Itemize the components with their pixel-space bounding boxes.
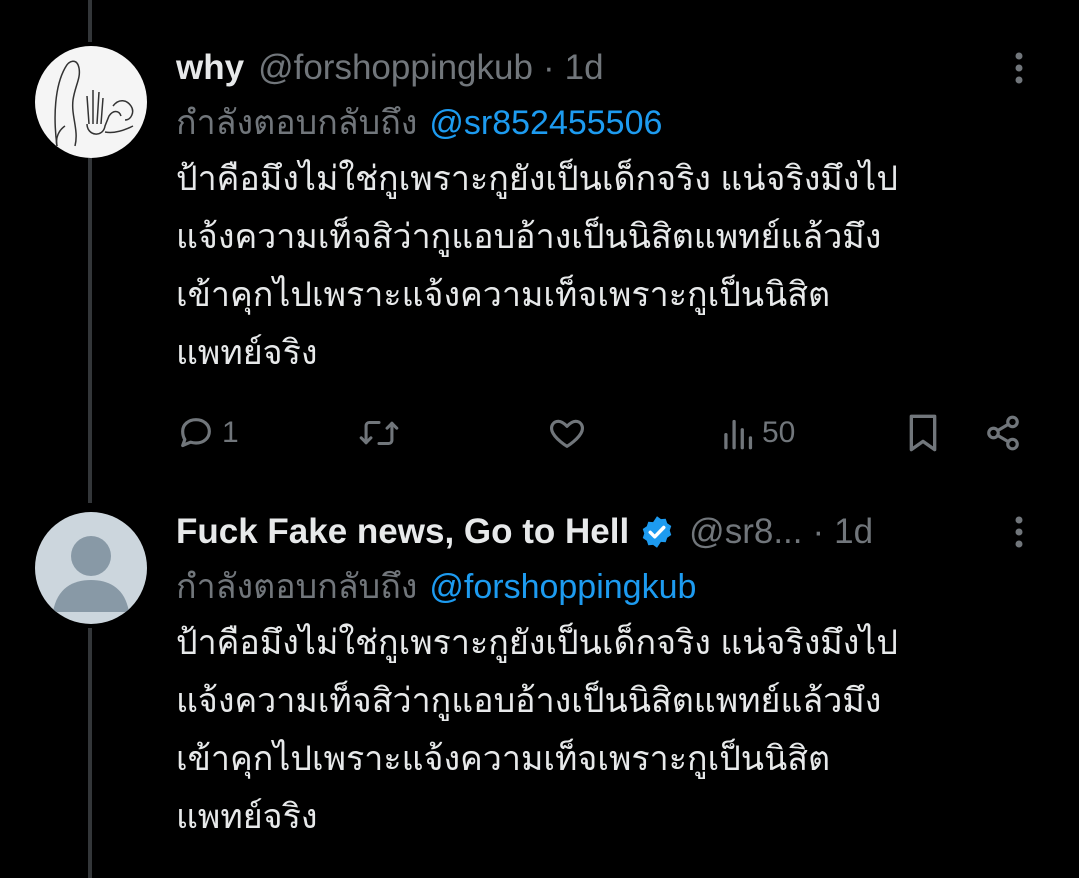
replying-to-line: กำลังตอบกลับถึง @sr852455506	[176, 98, 1039, 148]
more-options-button[interactable]	[999, 46, 1039, 90]
separator-dot: ·	[542, 48, 555, 87]
reply-count: 1	[222, 416, 239, 449]
tweet-text: ป้าคือมึงไม่ใช่กูเพราะกูยังเป็นเด็กจริง …	[176, 160, 898, 372]
share-button[interactable]	[984, 405, 1022, 461]
tweet-why[interactable]: why @forshoppingkub · 1d กำลังตอบกลับถึง…	[0, 0, 1079, 500]
timestamp[interactable]: 1d	[834, 512, 873, 552]
tweet-text: ป้าคือมึงไม่ใช่กูเพราะกูยังเป็นเด็กจริง …	[176, 624, 898, 836]
user-handle[interactable]: @forshoppingkub	[258, 48, 533, 88]
views-icon	[724, 419, 753, 450]
action-bar: 1 50	[176, 405, 1026, 461]
display-name[interactable]: why	[176, 48, 244, 88]
more-icon	[1015, 52, 1023, 84]
user-handle[interactable]: @sr8...	[689, 512, 802, 552]
replying-to-label: กำลังตอบกลับถึง	[176, 568, 418, 606]
tweet-fuck-fake-news[interactable]: Fuck Fake news, Go to Hell @sr8... · 1d …	[0, 500, 1079, 878]
retweet-icon	[359, 420, 399, 446]
display-name[interactable]: Fuck Fake news, Go to Hell	[176, 512, 629, 552]
default-avatar-icon	[53, 536, 129, 612]
like-button[interactable]	[546, 405, 588, 461]
mention-link[interactable]: @sr852455506	[429, 104, 662, 142]
timestamp[interactable]: 1d	[565, 48, 604, 88]
reply-button[interactable]: 1	[176, 405, 239, 461]
verified-badge-icon	[639, 514, 675, 550]
separator-dot: ·	[812, 512, 825, 551]
views-button[interactable]: 50	[722, 405, 795, 461]
bookmark-icon	[909, 414, 937, 452]
reply-icon	[181, 418, 211, 448]
more-options-button[interactable]	[999, 510, 1039, 554]
share-icon	[987, 415, 1019, 451]
avatar-sketch-image	[54, 60, 134, 147]
bookmark-button[interactable]	[906, 405, 940, 461]
avatar[interactable]	[35, 512, 147, 624]
mention-link[interactable]: @forshoppingkub	[429, 568, 696, 606]
views-count: 50	[762, 416, 796, 449]
replying-to-label: กำลังตอบกลับถึง	[176, 104, 418, 142]
like-icon	[550, 419, 584, 448]
replying-to-line: กำลังตอบกลับถึง @forshoppingkub	[176, 562, 1039, 612]
retweet-button[interactable]	[358, 405, 400, 461]
more-icon	[1015, 516, 1023, 548]
avatar[interactable]	[35, 46, 147, 158]
